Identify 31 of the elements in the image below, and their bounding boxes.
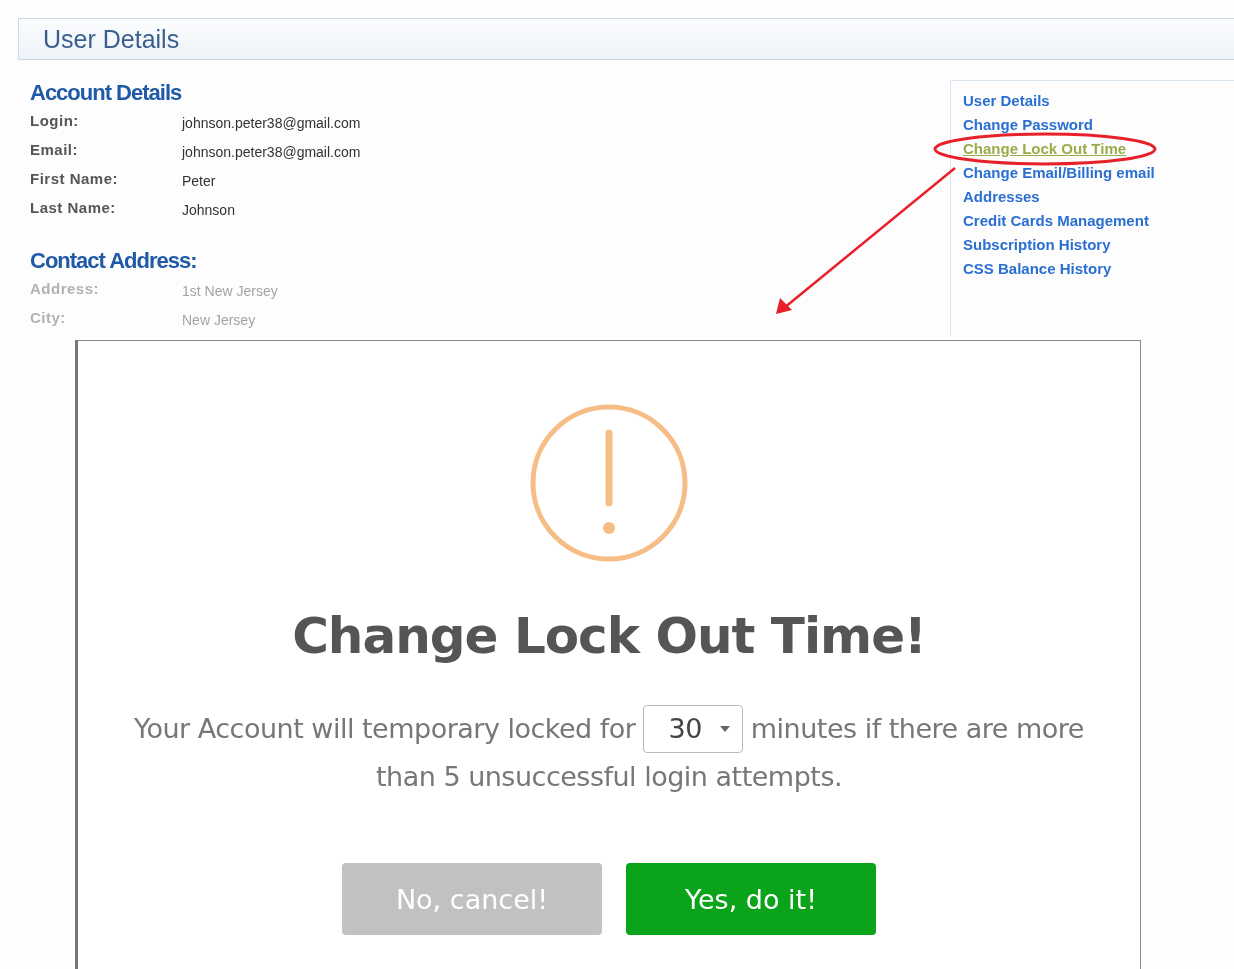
field-label: Login: xyxy=(30,112,80,129)
caret-icon xyxy=(719,726,730,732)
sidebar-link[interactable]: Credit Cards Management xyxy=(963,209,1234,233)
field-value: Johnson xyxy=(182,201,235,218)
page-title: User Details xyxy=(43,24,180,54)
warning-icon xyxy=(529,403,689,563)
section-title: Account Details xyxy=(30,80,183,106)
field-value: 1st New Jersey xyxy=(182,282,278,299)
field-label: Last Name: xyxy=(30,199,117,216)
field-label: Email: xyxy=(30,141,79,158)
field-label: First Name: xyxy=(30,170,120,187)
dialog-text: than 5 unsuccessful login attempts. xyxy=(374,760,844,794)
field-label: Address: xyxy=(30,280,101,297)
sidebar-link[interactable]: Subscription History xyxy=(963,233,1234,257)
section-title: Contact Address: xyxy=(30,248,198,274)
field-value: New Jersey xyxy=(182,311,256,328)
dialog-text: minutes if there are more xyxy=(750,712,1084,746)
sidebar-link[interactable]: Addresses xyxy=(963,185,1234,209)
confirm-button[interactable]: Yes, do it! xyxy=(626,863,876,935)
field-label: City: xyxy=(30,309,67,326)
dialog-title: Change Lock Out Time! xyxy=(292,607,926,665)
dialog-text: Your Account will temporary locked for xyxy=(134,712,636,746)
sidebar-link[interactable]: Change Email/Billing email xyxy=(963,161,1234,185)
field-value: johnson.peter38@gmail.com xyxy=(182,114,361,131)
field-value: johnson.peter38@gmail.com xyxy=(182,143,361,160)
sidebar-link[interactable]: Change Lock Out Time xyxy=(963,137,1234,161)
sidebar-link[interactable]: Change Password xyxy=(963,113,1234,137)
sidebar-link[interactable]: User Details xyxy=(963,89,1234,113)
field-value: Peter xyxy=(182,172,216,189)
sidebar-link[interactable]: CSS Balance History xyxy=(963,257,1234,281)
minutes-select[interactable]: 30 xyxy=(643,705,743,753)
